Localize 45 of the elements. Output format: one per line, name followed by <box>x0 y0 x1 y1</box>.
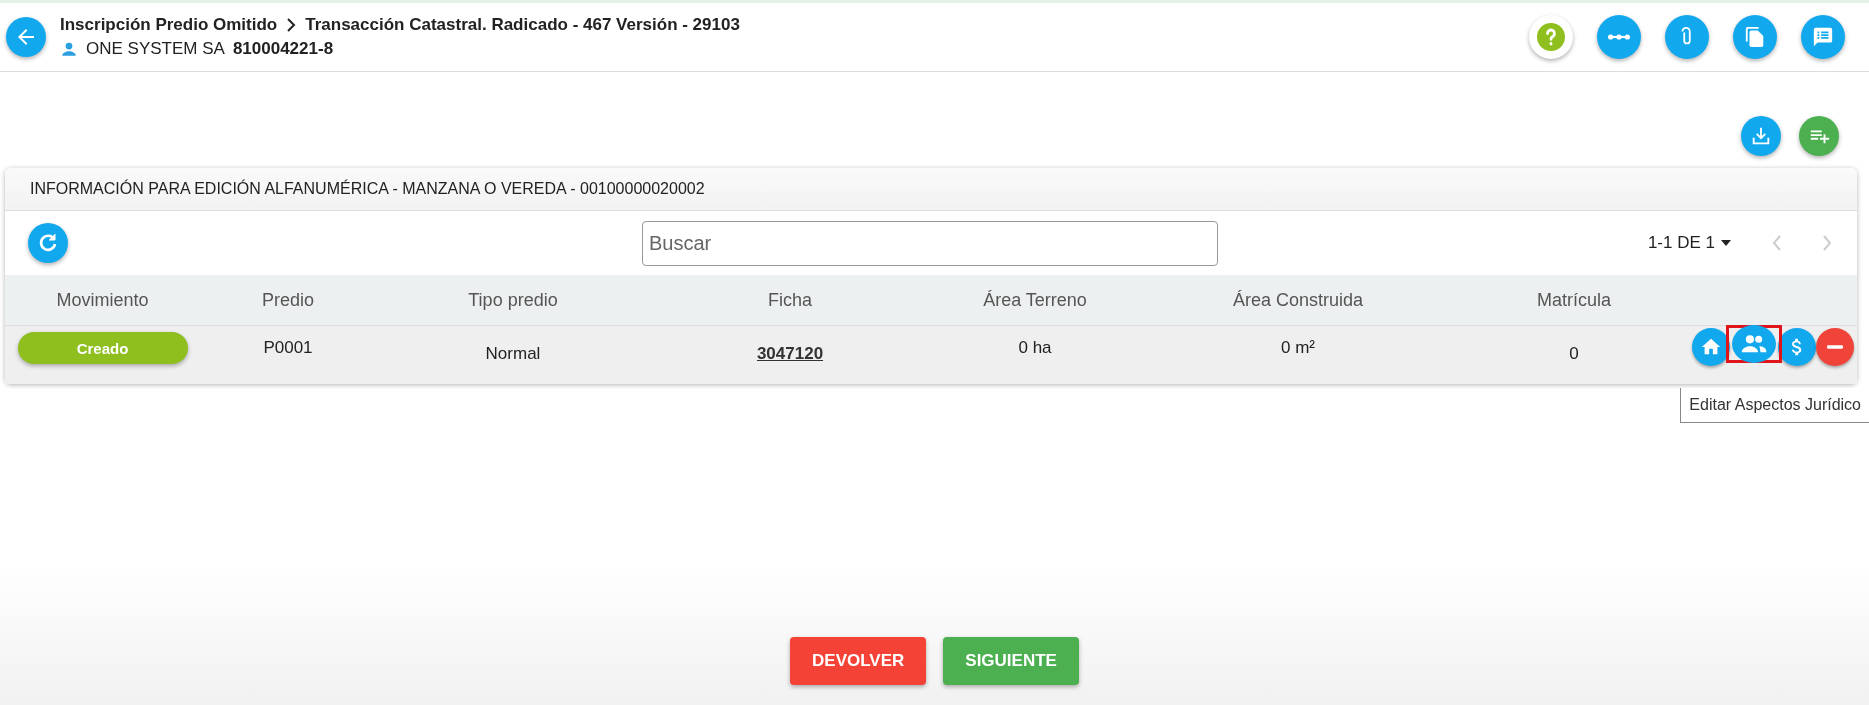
minus-icon <box>1827 345 1843 349</box>
highlighted-people-button[interactable] <box>1726 325 1782 363</box>
table-cell-text: 0 ha <box>1018 338 1052 359</box>
card-title: INFORMACIÓN PARA EDICIÓN ALFANUMÉRICA - MANZANA O VEREDA - 00100000020002 <box>5 168 1857 211</box>
transaction-title: Transacción Catastral. Radicado - 467 Versión - 29103 <box>305 15 740 35</box>
table-cell-text: P0001 <box>263 338 313 359</box>
remove-button[interactable] <box>1816 328 1854 366</box>
person-icon <box>60 40 78 58</box>
documents-button[interactable] <box>1733 15 1777 59</box>
table-cell-text: 0 <box>1569 344 1579 365</box>
chevron-left-icon[interactable] <box>1771 234 1783 252</box>
page-title: Inscripción Predio Omitido <box>60 15 278 35</box>
tooltip: Editar Aspectos Jurídico <box>1680 388 1869 423</box>
download-icon <box>1750 125 1772 147</box>
column-header: Área Terreno <box>930 275 1140 326</box>
owner-name: ONE SYSTEM SA <box>86 39 225 59</box>
return-button[interactable]: DEVOLVER <box>790 637 927 685</box>
flow-button[interactable] <box>1597 15 1641 59</box>
dots-line-icon <box>1608 34 1630 40</box>
download-button[interactable] <box>1741 116 1781 156</box>
owner-id: 810004221-8 <box>232 39 334 59</box>
add-button[interactable] <box>1799 116 1839 156</box>
refresh-button[interactable] <box>28 223 68 263</box>
caret-down-icon[interactable] <box>1721 240 1731 246</box>
attach-button[interactable] <box>1665 15 1709 59</box>
comment-icon <box>1812 26 1834 48</box>
column-header: Movimiento <box>5 275 200 326</box>
status-badge: Creado <box>17 332 188 364</box>
comments-button[interactable] <box>1801 15 1845 59</box>
pagination-range[interactable]: 1-1 DE 1 <box>1647 233 1715 253</box>
help-button[interactable] <box>1529 15 1573 59</box>
question-icon <box>1537 23 1565 51</box>
ficha-link[interactable]: 3047120 <box>756 344 824 364</box>
column-header: Predio <box>200 275 376 326</box>
chevron-right-icon[interactable] <box>1821 234 1833 252</box>
column-header: Área Construida <box>1140 275 1456 326</box>
back-button[interactable] <box>6 17 46 57</box>
documents-icon <box>1744 26 1766 48</box>
column-header: Ficha <box>650 275 930 326</box>
chevron-right-icon <box>285 18 298 32</box>
table-cell-text: 0 m² <box>1281 338 1315 359</box>
table-cell-text: Normal <box>485 344 541 365</box>
search-field[interactable]: Buscar <box>642 220 1218 266</box>
column-header: Tipo predio <box>376 275 650 326</box>
column-header: Matrícula <box>1456 275 1692 326</box>
